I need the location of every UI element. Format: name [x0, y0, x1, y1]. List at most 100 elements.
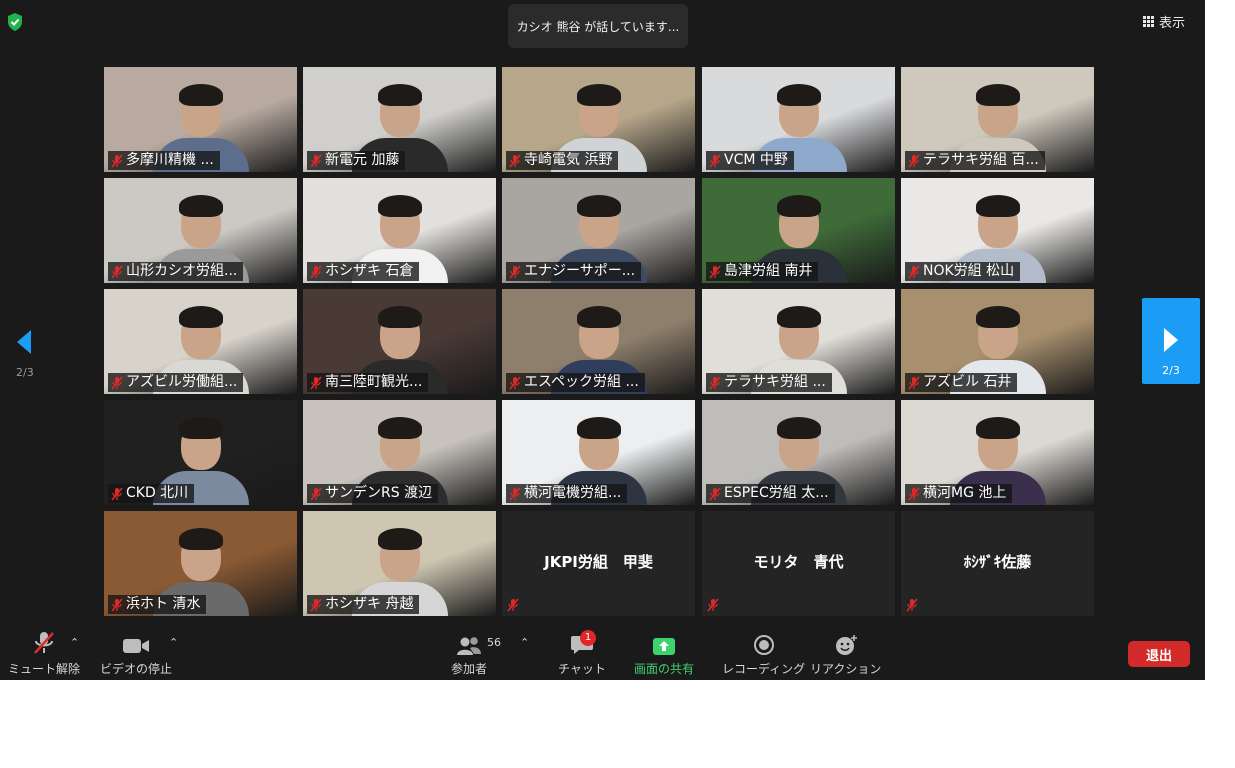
participant-video-tile[interactable]: 多摩川精機 ... [104, 67, 297, 172]
participants-options-caret[interactable]: ⌃ [520, 636, 529, 649]
participant-name: モリタ 青代 [753, 553, 844, 571]
mic-muted-icon [908, 376, 920, 389]
participant-video-tile[interactable]: ホシザキ 舟越 [303, 511, 496, 616]
mic-muted-icon [906, 598, 918, 612]
unmute-label: ミュート解除 [8, 662, 81, 676]
participant-name-tag: 横河電機労組... [506, 484, 628, 503]
mic-muted-icon [707, 598, 719, 612]
participant-video-tile[interactable]: 寺崎電気 浜野 [502, 67, 695, 172]
next-page-button[interactable]: 2/3 [1142, 298, 1200, 384]
participant-video-tile[interactable]: 横河MG 池上 [901, 400, 1094, 505]
participant-name-tile[interactable]: ﾎｼｻﾞｷ佐藤 [901, 511, 1094, 616]
stop-video-button[interactable]: ビデオの停止 [100, 630, 172, 677]
mic-muted-icon [507, 598, 519, 612]
participants-label: 参加者 [451, 662, 488, 676]
participant-name-tile[interactable]: JKPI労組 甲斐 [502, 511, 695, 616]
participant-name: 寺崎電気 浜野 [524, 152, 613, 168]
active-speaker-text: カシオ 熊谷 が話しています... [516, 19, 680, 34]
participant-name: 浜ホト 清水 [126, 596, 201, 612]
participants-count: 56 [487, 636, 501, 649]
participant-video-tile[interactable]: エナジーサポー... [502, 178, 695, 283]
record-button[interactable]: レコーディング [722, 630, 805, 677]
participant-name-tag: 南三陸町観光... [307, 373, 429, 392]
chevron-left-icon[interactable] [14, 328, 34, 356]
participant-video-tile[interactable]: VCM 中野 [702, 67, 895, 172]
reaction-button[interactable]: リアクション [810, 630, 881, 677]
mic-muted-icon [908, 265, 920, 278]
participant-name-tag: CKD 北川 [108, 484, 195, 503]
participant-name: アズビル労働組... [126, 374, 238, 390]
participant-video-tile[interactable]: NOK労組 松山 [901, 178, 1094, 283]
participant-name-tag: アズビル 石井 [905, 373, 1018, 392]
participant-name-tag: 寺崎電気 浜野 [506, 151, 619, 170]
audio-options-caret[interactable]: ⌃ [70, 636, 79, 649]
participant-name: 南三陸町観光... [325, 374, 423, 390]
participant-video-tile[interactable]: 浜ホト 清水 [104, 511, 297, 616]
video-options-caret[interactable]: ⌃ [169, 636, 178, 649]
participant-name-tag: エスペック労組 ... [506, 373, 645, 392]
participant-name: エナジーサポー... [524, 263, 636, 279]
reaction-icon [835, 635, 857, 655]
participant-video-tile[interactable]: テラサキ労組 ... [702, 289, 895, 394]
mic-muted-icon [709, 376, 721, 389]
participant-name: 横河MG 池上 [923, 485, 1007, 501]
participant-name: ホシザキ 舟越 [325, 596, 414, 612]
video-label: ビデオの停止 [100, 662, 173, 676]
mic-muted-icon [310, 265, 322, 278]
record-icon [753, 635, 774, 655]
participant-name: 横河電機労組... [524, 485, 622, 501]
participant-name-tag: テラサキ労組 百... [905, 151, 1045, 170]
participant-video-tile[interactable]: エスペック労組 ... [502, 289, 695, 394]
participant-name: ESPEC労組 太... [724, 485, 829, 501]
participant-name-tag: 島津労組 南井 [706, 262, 819, 281]
participant-name: VCM 中野 [724, 152, 788, 168]
share-screen-button[interactable]: 画面の共有 [634, 630, 694, 677]
participant-name: 山形カシオ労組... [126, 263, 238, 279]
meeting-toolbar: ミュート解除 ⌃ ビデオの停止 ⌃ 参加者 56 ⌃ チャット 1 画面の共有 … [0, 626, 1205, 680]
participant-name: アズビル 石井 [923, 374, 1012, 390]
mic-muted-icon [908, 487, 920, 500]
mic-muted-icon [509, 265, 521, 278]
participant-video-tile[interactable]: ESPEC労組 太... [702, 400, 895, 505]
participant-video-tile[interactable]: CKD 北川 [104, 400, 297, 505]
participants-button[interactable]: 参加者 [451, 630, 487, 677]
mic-muted-icon [111, 487, 123, 500]
participant-video-tile[interactable]: サンデンRS 渡辺 [303, 400, 496, 505]
shield-icon[interactable] [6, 12, 24, 32]
participant-video-tile[interactable]: 横河電機労組... [502, 400, 695, 505]
participant-video-tile[interactable]: ホシザキ 石倉 [303, 178, 496, 283]
participant-name-tile[interactable]: モリタ 青代 [702, 511, 895, 616]
participant-name: 島津労組 南井 [724, 263, 813, 279]
share-screen-icon [653, 638, 675, 655]
video-icon [123, 639, 149, 653]
participant-name-tag: NOK労組 松山 [905, 262, 1021, 281]
meeting-window: カシオ 熊谷 が話しています... 表示 多摩川精機 ... 新電元 加藤 寺崎電気… [0, 0, 1205, 680]
participant-name: NOK労組 松山 [923, 263, 1015, 279]
participant-name: 多摩川精機 ... [126, 152, 214, 168]
leave-meeting-button[interactable]: 退出 [1128, 641, 1190, 667]
mic-muted-icon [908, 154, 920, 167]
participant-video-tile[interactable]: 山形カシオ労組... [104, 178, 297, 283]
participant-video-tile[interactable]: 島津労組 南井 [702, 178, 895, 283]
mic-muted-icon [111, 154, 123, 167]
participant-name-tag: アズビル労働組... [108, 373, 244, 392]
participant-name: ﾎｼｻﾞｷ佐藤 [963, 553, 1032, 571]
participant-video-tile[interactable]: テラサキ労組 百... [901, 67, 1094, 172]
record-label: レコーディング [722, 662, 806, 676]
grid-icon [1142, 15, 1154, 27]
mic-muted-icon [111, 265, 123, 278]
participant-video-tile[interactable]: アズビル労働組... [104, 289, 297, 394]
mic-muted-icon [310, 487, 322, 500]
view-button[interactable]: 表示 [1137, 10, 1191, 32]
participant-video-tile[interactable]: アズビル 石井 [901, 289, 1094, 394]
participants-icon [457, 637, 481, 655]
mic-muted-icon [709, 265, 721, 278]
mic-muted-icon [310, 376, 322, 389]
participant-video-tile[interactable]: 南三陸町観光... [303, 289, 496, 394]
participant-name: テラサキ労組 ... [724, 374, 826, 390]
participant-name-tag: ホシザキ 石倉 [307, 262, 420, 281]
mic-muted-icon [509, 154, 521, 167]
participant-name: テラサキ労組 百... [923, 152, 1039, 168]
participant-name-tag: 新電元 加藤 [307, 151, 406, 170]
participant-video-tile[interactable]: 新電元 加藤 [303, 67, 496, 172]
